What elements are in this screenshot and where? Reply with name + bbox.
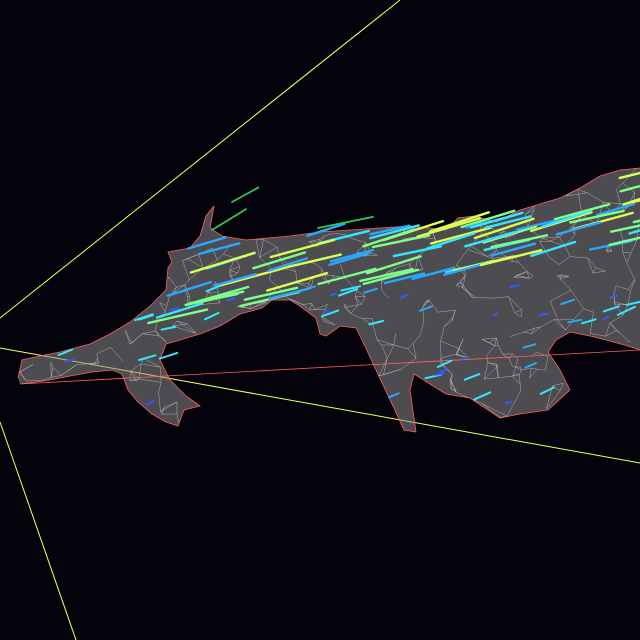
3d-scene[interactable] bbox=[0, 0, 640, 640]
velocity-vector bbox=[504, 401, 512, 404]
render-viewport[interactable] bbox=[0, 0, 640, 640]
velocity-vector bbox=[329, 292, 337, 297]
velocity-vector bbox=[323, 309, 330, 313]
velocity-vector bbox=[434, 372, 445, 376]
